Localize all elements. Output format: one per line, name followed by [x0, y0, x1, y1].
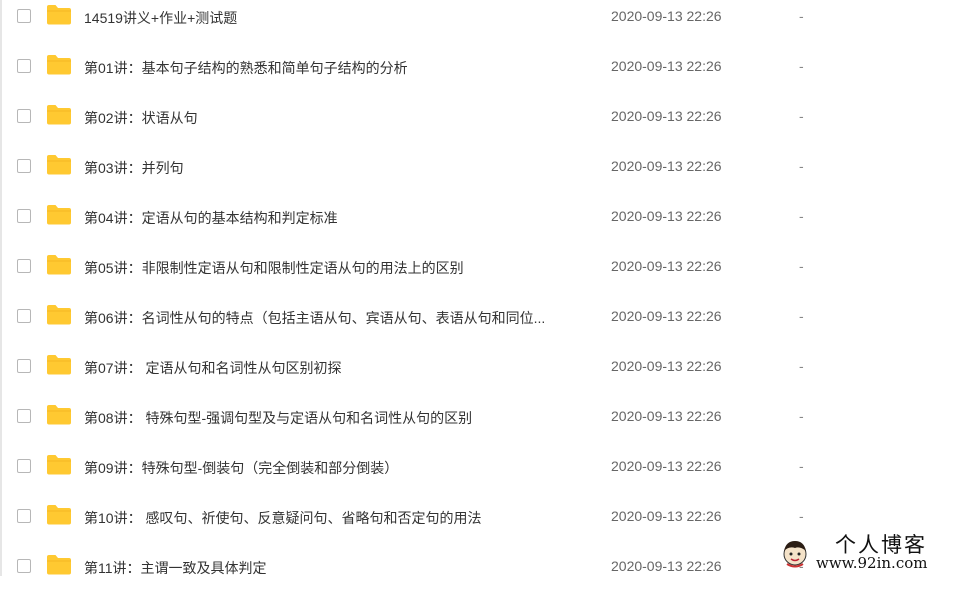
file-row[interactable]: 第03讲：并列句 2020-09-13 22:26 - [0, 150, 969, 200]
file-size: - [799, 108, 804, 124]
modified-date: 2020-09-13 22:26 [611, 8, 722, 24]
modified-date: 2020-09-13 22:26 [611, 58, 722, 74]
mascot-icon [778, 536, 812, 570]
row-checkbox[interactable] [17, 159, 31, 173]
modified-date: 2020-09-13 22:26 [611, 208, 722, 224]
file-size: - [799, 208, 804, 224]
folder-icon [46, 304, 72, 325]
folder-icon [46, 454, 72, 475]
folder-icon [46, 4, 72, 25]
watermark-title: 个人博客 [835, 533, 927, 557]
file-name[interactable]: 第09讲：特殊句型-倒装句（完全倒装和部分倒装） [84, 458, 579, 478]
file-size: - [799, 408, 804, 424]
file-name[interactable]: 第08讲： 特殊句型-强调句型及与定语从句和名词性从句的区别 [84, 408, 579, 428]
file-size: - [799, 158, 804, 174]
folder-icon [46, 254, 72, 275]
file-row[interactable]: 第04讲：定语从句的基本结构和判定标准 2020-09-13 22:26 - [0, 200, 969, 250]
folder-icon [46, 54, 72, 75]
file-row[interactable]: 第02讲：状语从句 2020-09-13 22:26 - [0, 100, 969, 150]
file-size: - [799, 58, 804, 74]
row-checkbox[interactable] [17, 9, 31, 23]
folder-icon [46, 554, 72, 575]
folder-icon [46, 404, 72, 425]
modified-date: 2020-09-13 22:26 [611, 508, 722, 524]
file-size: - [799, 458, 804, 474]
watermark-url: www.92in.com [816, 554, 928, 572]
row-checkbox[interactable] [17, 409, 31, 423]
file-name[interactable]: 第07讲： 定语从句和名词性从句区别初探 [84, 358, 579, 378]
modified-date: 2020-09-13 22:26 [611, 458, 722, 474]
row-checkbox[interactable] [17, 559, 31, 573]
file-row[interactable]: 第06讲：名词性从句的特点（包括主语从句、宾语从句、表语从句和同位... 202… [0, 300, 969, 350]
file-size: - [799, 8, 804, 24]
row-checkbox[interactable] [17, 259, 31, 273]
file-list: 14519讲义+作业+测试题 2020-09-13 22:26 - 第01讲：基… [0, 0, 969, 600]
file-size: - [799, 508, 804, 524]
file-name[interactable]: 第06讲：名词性从句的特点（包括主语从句、宾语从句、表语从句和同位... [84, 308, 579, 328]
file-name[interactable]: 第03讲：并列句 [84, 158, 579, 178]
modified-date: 2020-09-13 22:26 [611, 158, 722, 174]
row-checkbox[interactable] [17, 59, 31, 73]
site-watermark: 个人博客 www.92in.com [778, 534, 964, 574]
file-name[interactable]: 第02讲：状语从句 [84, 108, 579, 128]
folder-icon [46, 354, 72, 375]
folder-icon [46, 504, 72, 525]
file-row[interactable]: 14519讲义+作业+测试题 2020-09-13 22:26 - [0, 0, 969, 50]
row-checkbox[interactable] [17, 209, 31, 223]
row-checkbox[interactable] [17, 459, 31, 473]
folder-icon [46, 104, 72, 125]
file-name[interactable]: 14519讲义+作业+测试题 [84, 8, 579, 28]
file-row[interactable]: 第05讲：非限制性定语从句和限制性定语从句的用法上的区别 2020-09-13 … [0, 250, 969, 300]
file-name[interactable]: 第01讲：基本句子结构的熟悉和简单句子结构的分析 [84, 58, 579, 78]
file-name[interactable]: 第05讲：非限制性定语从句和限制性定语从句的用法上的区别 [84, 258, 579, 278]
modified-date: 2020-09-13 22:26 [611, 108, 722, 124]
file-size: - [799, 308, 804, 324]
row-checkbox[interactable] [17, 109, 31, 123]
file-name[interactable]: 第04讲：定语从句的基本结构和判定标准 [84, 208, 579, 228]
folder-icon [46, 154, 72, 175]
modified-date: 2020-09-13 22:26 [611, 358, 722, 374]
modified-date: 2020-09-13 22:26 [611, 308, 722, 324]
modified-date: 2020-09-13 22:26 [611, 258, 722, 274]
file-name[interactable]: 第10讲： 感叹句、祈使句、反意疑问句、省略句和否定句的用法 [84, 508, 579, 528]
file-name[interactable]: 第11讲：主谓一致及具体判定 [84, 558, 579, 578]
file-row[interactable]: 第08讲： 特殊句型-强调句型及与定语从句和名词性从句的区别 2020-09-1… [0, 400, 969, 450]
modified-date: 2020-09-13 22:26 [611, 558, 722, 574]
file-row[interactable]: 第07讲： 定语从句和名词性从句区别初探 2020-09-13 22:26 - [0, 350, 969, 400]
folder-icon [46, 204, 72, 225]
file-size: - [799, 358, 804, 374]
file-row[interactable]: 第01讲：基本句子结构的熟悉和简单句子结构的分析 2020-09-13 22:2… [0, 50, 969, 100]
row-checkbox[interactable] [17, 309, 31, 323]
modified-date: 2020-09-13 22:26 [611, 408, 722, 424]
row-checkbox[interactable] [17, 359, 31, 373]
file-size: - [799, 258, 804, 274]
row-checkbox[interactable] [17, 509, 31, 523]
file-row[interactable]: 第09讲：特殊句型-倒装句（完全倒装和部分倒装） 2020-09-13 22:2… [0, 450, 969, 500]
